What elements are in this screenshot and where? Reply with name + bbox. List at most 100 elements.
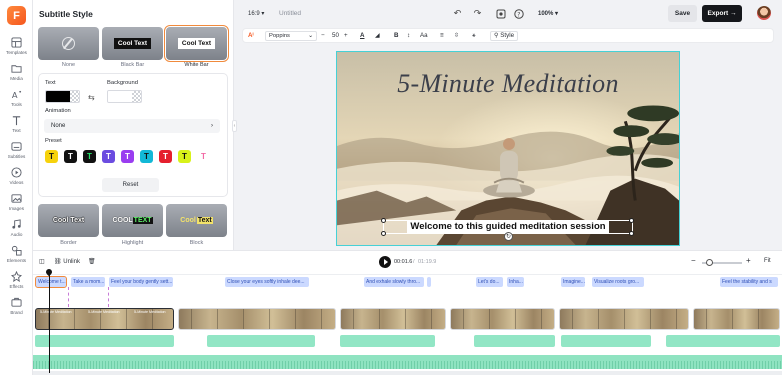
resize-handle[interactable]	[381, 231, 386, 236]
preset-swatch[interactable]: T	[121, 150, 134, 163]
subtitle-chip[interactable]: Feel the stability and s	[720, 277, 778, 287]
rail-item-templates[interactable]: Templates	[0, 34, 33, 58]
preset-swatch[interactable]: T	[102, 150, 115, 163]
rail-item-brand[interactable]: Brand	[0, 294, 33, 318]
ai-text-icon[interactable]: Aᴵ	[248, 32, 254, 39]
style-card-black-bar[interactable]: Cool Text	[102, 27, 163, 60]
swap-icon[interactable]: ⇆	[88, 93, 95, 102]
play-button[interactable]	[379, 256, 391, 268]
letter-spacing-icon[interactable]: ↕	[407, 32, 410, 39]
delete-icon[interactable]: 🗑	[88, 258, 96, 265]
undo-icon[interactable]: ↶	[452, 8, 463, 19]
rail-item-text[interactable]: Text	[0, 112, 33, 136]
preset-swatch[interactable]: T	[83, 150, 96, 163]
help-icon[interactable]: ?	[513, 8, 524, 19]
timeline-zoom-knob[interactable]	[706, 259, 713, 266]
style-card-border[interactable]: Cool Text	[38, 204, 99, 237]
preset-swatch[interactable]: T	[64, 150, 77, 163]
bold-icon[interactable]: B	[394, 32, 398, 39]
playhead[interactable]	[49, 273, 50, 373]
subtitle-chip[interactable]: Feel your body gently sett...	[109, 277, 173, 287]
font-size-increase[interactable]: +	[344, 32, 348, 39]
subtitle-chip-small[interactable]	[427, 277, 431, 287]
save-button[interactable]: Save	[668, 5, 697, 22]
reset-button[interactable]: Reset	[102, 178, 159, 192]
video-clip[interactable]	[693, 308, 780, 330]
timeline-scrollbar[interactable]	[33, 371, 782, 375]
align-center-icon[interactable]: ≡	[440, 32, 444, 39]
highlight-color-icon[interactable]: ◢	[375, 32, 380, 39]
font-size-decrease[interactable]: −	[321, 32, 325, 39]
audio-clip[interactable]	[474, 335, 555, 347]
preset-swatch[interactable]: T	[178, 150, 191, 163]
video-clip[interactable]	[178, 308, 336, 330]
rail-item-tools[interactable]: A Tools	[0, 86, 33, 110]
text-color-swatch[interactable]	[45, 90, 80, 103]
animation-select[interactable]: None ›	[44, 119, 220, 133]
timeline-ruler[interactable]	[33, 272, 782, 275]
fit-button[interactable]: Fit	[764, 258, 771, 264]
subtitle-chip[interactable]: Take a mom...	[71, 277, 105, 287]
rail-item-subtitles[interactable]: Subtitles	[0, 138, 33, 162]
audio-clip[interactable]	[35, 335, 174, 347]
subtitle-chip[interactable]: Visualize roots gro...	[592, 277, 644, 287]
video-title-text[interactable]: 5-Minute Meditation	[337, 69, 679, 99]
unlink-button[interactable]: ⛓ Unlink	[54, 258, 80, 265]
zoom-select[interactable]: 100% ▾	[538, 10, 558, 17]
video-clip-selected[interactable]: 5-Minute Meditation 5-Minute Meditation …	[35, 308, 174, 330]
resize-handle[interactable]	[629, 218, 634, 223]
audio-clip[interactable]	[561, 335, 651, 347]
rotate-icon[interactable]: ↻	[504, 232, 513, 241]
style-card-none[interactable]	[38, 27, 99, 60]
audio-clip[interactable]	[207, 335, 315, 347]
subtitle-chip[interactable]: And exhale slowly thro...	[364, 277, 424, 287]
background-color-swatch[interactable]	[107, 90, 142, 103]
style-card-white-bar[interactable]: Cool Text	[164, 25, 229, 62]
rail-item-videos[interactable]: Videos	[0, 164, 33, 188]
line-height-icon[interactable]: ⇳	[454, 32, 459, 39]
video-canvas[interactable]: 5-Minute Meditation Welcome to this guid…	[336, 51, 680, 246]
video-clip[interactable]	[340, 308, 446, 330]
music-waveform-track[interactable]	[33, 355, 782, 369]
font-family-select[interactable]: Poppins ⌄	[265, 31, 317, 41]
split-icon[interactable]: ◫	[39, 258, 45, 265]
resize-handle[interactable]	[629, 231, 634, 236]
style-button[interactable]: ⚲ Style	[490, 31, 519, 41]
preset-swatch[interactable]: T	[159, 150, 172, 163]
subtitle-chip[interactable]: Welcome t...	[35, 276, 67, 288]
text-color-icon[interactable]: A	[360, 32, 364, 39]
export-button[interactable]: Export →	[702, 5, 742, 22]
video-clip[interactable]	[559, 308, 689, 330]
subtitle-chip[interactable]: Inha...	[507, 277, 524, 287]
rail-item-audio[interactable]: Audio	[0, 216, 33, 240]
redo-icon[interactable]: ↷	[472, 8, 483, 19]
resize-handle[interactable]	[381, 218, 386, 223]
screenshot-icon[interactable]	[495, 8, 506, 19]
style-card-highlight[interactable]: COOL TEXT	[102, 204, 163, 237]
rail-item-media[interactable]: Media	[0, 60, 33, 84]
rail-item-elements[interactable]: Elements	[0, 242, 33, 266]
panel-collapse-handle[interactable]: ‹	[232, 120, 237, 132]
rail-label: Images	[8, 206, 25, 211]
aspect-ratio-select[interactable]: 16:9 ▾	[248, 10, 264, 17]
zoom-in-icon[interactable]: +	[746, 256, 751, 265]
project-title[interactable]: Untitled	[279, 10, 301, 17]
audio-clip[interactable]	[666, 335, 780, 347]
preset-swatch[interactable]: T	[140, 150, 153, 163]
zoom-out-icon[interactable]: −	[691, 256, 696, 265]
preset-swatch[interactable]: T	[197, 150, 210, 163]
font-size-value[interactable]: 50	[332, 32, 339, 39]
text-case-icon[interactable]: Aa	[420, 32, 428, 39]
preset-swatch[interactable]: T	[45, 150, 58, 163]
rail-item-effects[interactable]: Effects	[0, 268, 33, 292]
effects-wand-icon[interactable]: ⚹	[472, 32, 476, 40]
subtitle-chip[interactable]: Imagine...	[561, 277, 585, 287]
audio-clip[interactable]	[340, 335, 435, 347]
avatar[interactable]	[757, 6, 771, 20]
app-logo[interactable]: F	[7, 6, 26, 25]
rail-item-images[interactable]: Images	[0, 190, 33, 214]
subtitle-chip[interactable]: Let's do...	[476, 277, 503, 287]
subtitle-chip[interactable]: Close your eyes softly inhale dee...	[225, 277, 309, 287]
video-clip[interactable]	[450, 308, 555, 330]
style-card-block[interactable]: Cool Text	[166, 204, 227, 237]
